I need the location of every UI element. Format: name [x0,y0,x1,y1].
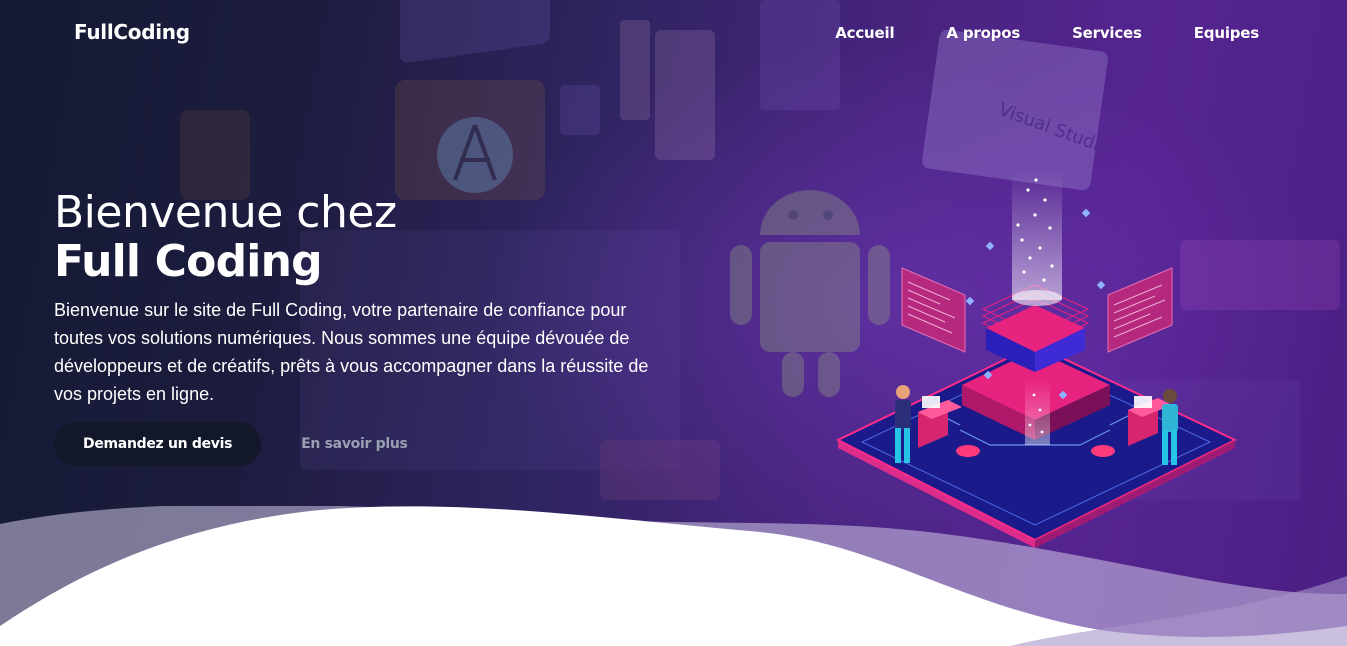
brand-logo[interactable]: FullCoding [74,20,190,44]
hero-actions: Demandez un devis En savoir plus [54,422,408,466]
hero-title-line-1: Bienvenue chez [54,187,397,238]
nav-link-accueil[interactable]: Accueil [835,24,894,42]
nav-link-equipes[interactable]: Equipes [1194,24,1259,42]
nav-link-a-propos[interactable]: A propos [946,24,1020,42]
request-quote-button[interactable]: Demandez un devis [54,422,262,466]
hero-text-block: Bienvenue chez Full Coding Bienvenue sur… [54,188,694,408]
learn-more-link[interactable]: En savoir plus [301,436,408,452]
hero-description: Bienvenue sur le site de Full Coding, vo… [54,300,649,404]
hero-title-line-2: Full Coding [54,236,323,287]
top-navbar: FullCoding Accueil A propos Services Equ… [0,0,1347,66]
nav-link-services[interactable]: Services [1072,24,1142,42]
hero-section: Visual Studio FullCoding Accueil A propo… [0,0,1347,646]
nav-menu: Accueil A propos Services Equipes [835,24,1259,42]
bottom-wave-divider [0,506,1347,646]
